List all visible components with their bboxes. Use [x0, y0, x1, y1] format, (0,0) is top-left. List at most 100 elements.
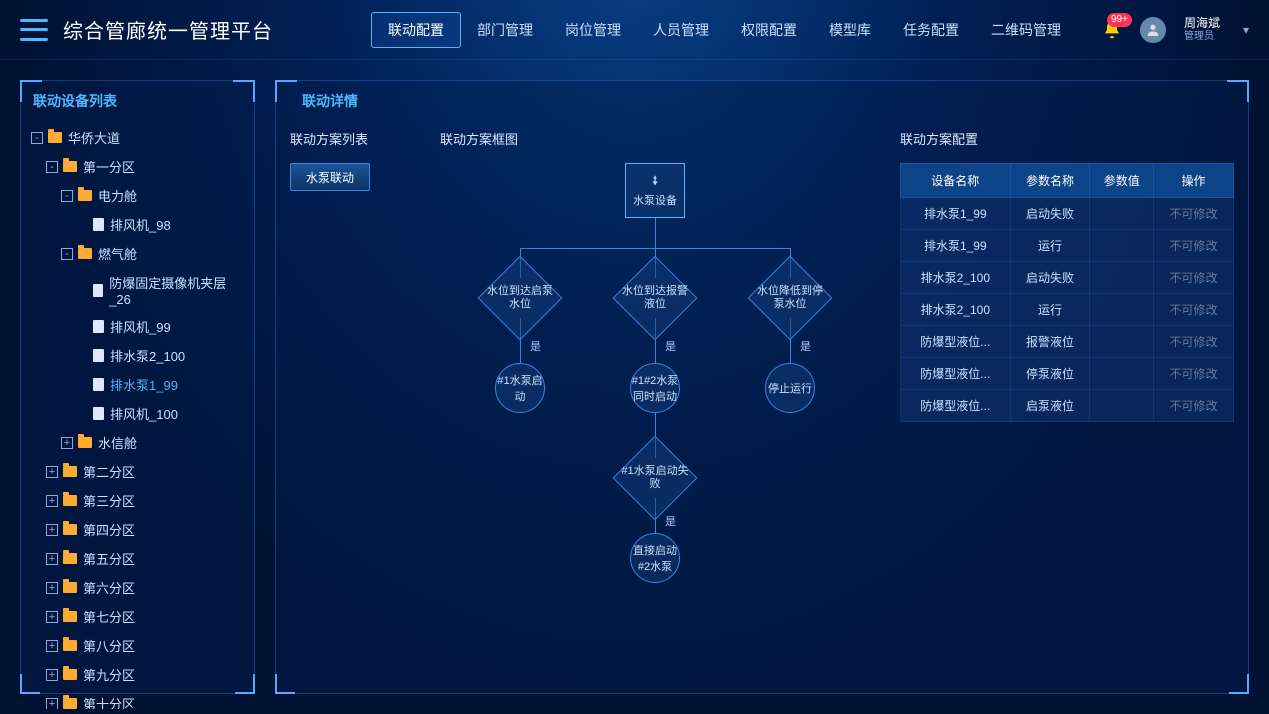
flow-root-node[interactable]: 水泵设备: [625, 163, 685, 218]
node-label: 华侨大道: [68, 128, 120, 147]
folder-icon: [63, 466, 77, 477]
tree-node[interactable]: 排水泵1_99: [31, 370, 244, 399]
table-row[interactable]: 防爆型液位...停泵液位 不可修改: [901, 358, 1234, 390]
table-cell: 停泵液位: [1010, 358, 1090, 390]
scheme-list-title: 联动方案列表: [290, 129, 410, 148]
node-label: 第二分区: [83, 462, 135, 481]
toggle-icon[interactable]: +: [46, 640, 58, 652]
table-row[interactable]: 防爆型液位...启泵液位不可修改: [901, 390, 1234, 422]
node-label: 燃气舱: [98, 244, 137, 263]
tree-node[interactable]: 防爆固定摄像机夹层_26: [31, 268, 244, 312]
flow-condition-2[interactable]: 水位到达报警液位: [613, 256, 698, 341]
table-header: 参数值: [1090, 164, 1154, 198]
flow-action-4[interactable]: 直接启动#2水泵: [630, 533, 680, 583]
table-cell: 不可修改: [1154, 358, 1234, 390]
chevron-down-icon[interactable]: ▾: [1243, 23, 1249, 37]
toggle-icon[interactable]: +: [46, 582, 58, 594]
table-cell: 防爆型液位...: [901, 358, 1011, 390]
node-label: 第四分区: [83, 520, 135, 539]
table-row[interactable]: 排水泵2_100运行不可修改: [901, 294, 1234, 326]
detail-panel: 联动详情 联动方案列表 水泵联动 联动方案框图: [275, 80, 1249, 694]
table-cell: 不可修改: [1154, 390, 1234, 422]
tree-node[interactable]: 排风机_98: [31, 210, 244, 239]
nav-item-1[interactable]: 部门管理: [461, 12, 549, 48]
file-icon: [93, 407, 104, 420]
table-cell: 排水泵2_100: [901, 294, 1011, 326]
tree-node[interactable]: + 第十分区: [31, 689, 244, 709]
toggle-icon[interactable]: +: [46, 669, 58, 681]
tree-node[interactable]: - 华侨大道: [31, 123, 244, 152]
toggle-icon[interactable]: +: [46, 466, 58, 478]
main-nav: 联动配置部门管理岗位管理人员管理权限配置模型库任务配置二维码管理: [371, 0, 1077, 59]
table-header: 设备名称: [901, 164, 1011, 198]
flow-action-2[interactable]: #1#2水泵同时启动: [630, 363, 680, 413]
toggle-icon[interactable]: -: [61, 248, 73, 260]
table-cell: 排水泵1_99: [901, 198, 1011, 230]
table-row[interactable]: 防爆型液位...报警液位不可修改: [901, 326, 1234, 358]
toggle-icon[interactable]: +: [46, 495, 58, 507]
nav-item-6[interactable]: 任务配置: [887, 12, 975, 48]
tree-node[interactable]: +第五分区: [31, 544, 244, 573]
nav-item-0[interactable]: 联动配置: [371, 12, 461, 48]
table-row[interactable]: 排水泵2_100启动失败不可修改: [901, 262, 1234, 294]
toggle-icon[interactable]: -: [31, 132, 43, 144]
tree-node[interactable]: - 电力舱: [31, 181, 244, 210]
toggle-icon[interactable]: -: [61, 190, 73, 202]
nav-item-5[interactable]: 模型库: [813, 12, 887, 48]
table-row[interactable]: 排水泵1_99启动失败 不可修改: [901, 198, 1234, 230]
table-row[interactable]: 排水泵1_99运行不可修改: [901, 230, 1234, 262]
flow-condition-1[interactable]: 水位到达启泵水位: [478, 256, 563, 341]
tree-node[interactable]: + 第三分区: [31, 486, 244, 515]
table-cell: [1090, 390, 1154, 422]
tree-node[interactable]: +第六分区: [31, 573, 244, 602]
nav-item-4[interactable]: 权限配置: [725, 12, 813, 48]
node-label: 排风机_100: [110, 404, 178, 423]
nav-item-2[interactable]: 岗位管理: [549, 12, 637, 48]
folder-icon: [63, 161, 77, 172]
tree-node[interactable]: +第八分区: [31, 631, 244, 660]
table-cell: 不可修改: [1154, 198, 1234, 230]
scheme-button[interactable]: 水泵联动: [290, 163, 370, 191]
nav-item-3[interactable]: 人员管理: [637, 12, 725, 48]
tree-node[interactable]: 排风机_100: [31, 399, 244, 428]
toggle-icon[interactable]: +: [46, 524, 58, 536]
table-cell: 启动失败: [1010, 262, 1090, 294]
tree-node[interactable]: + 水信舱: [31, 428, 244, 457]
menu-icon[interactable]: [20, 19, 48, 41]
flow-action-3[interactable]: 停止运行: [765, 363, 815, 413]
tree-node[interactable]: 排风机_99: [31, 312, 244, 341]
config-table: 设备名称参数名称参数值操作 排水泵1_99启动失败不可修改排水泵1_99运行不可…: [900, 163, 1234, 422]
toggle-icon[interactable]: -: [46, 161, 58, 173]
tree-node[interactable]: 排水泵2_100: [31, 341, 244, 370]
tree-node[interactable]: +第七分区: [31, 602, 244, 631]
folder-icon: [78, 190, 92, 201]
tree-node[interactable]: - 燃气舱: [31, 239, 244, 268]
nav-item-7[interactable]: 二维码管理: [975, 12, 1077, 48]
node-label: 水信舱: [98, 433, 137, 452]
table-cell: 排水泵2_100: [901, 262, 1011, 294]
flow-condition-4[interactable]: #1水泵启动失败: [613, 436, 698, 521]
node-label: 第十分区: [83, 694, 135, 709]
node-label: 电力舱: [98, 186, 137, 205]
tree-node[interactable]: +第九分区: [31, 660, 244, 689]
avatar[interactable]: [1140, 17, 1166, 43]
tree-node[interactable]: + 第二分区: [31, 457, 244, 486]
tree-node[interactable]: -第一分区: [31, 152, 244, 181]
toggle-icon[interactable]: +: [46, 553, 58, 565]
file-icon: [93, 349, 104, 362]
toggle-icon[interactable]: +: [46, 611, 58, 623]
toggle-icon[interactable]: +: [46, 698, 58, 710]
table-cell: 运行: [1010, 230, 1090, 262]
table-cell: 启动失败: [1010, 198, 1090, 230]
node-label: 第三分区: [83, 491, 135, 510]
node-label: 防爆固定摄像机夹层_26: [109, 273, 244, 307]
node-label: 排风机_99: [110, 317, 171, 336]
bell-icon[interactable]: 99+: [1102, 20, 1122, 40]
tree-node[interactable]: + 第四分区: [31, 515, 244, 544]
user-info: 周海斌 管理员: [1184, 17, 1220, 43]
toggle-icon[interactable]: +: [61, 437, 73, 449]
folder-icon: [48, 132, 62, 143]
flow-condition-3[interactable]: 水位降低到停泵水位: [748, 256, 833, 341]
table-cell: 排水泵1_99: [901, 230, 1011, 262]
flow-action-1[interactable]: #1水泵启动: [495, 363, 545, 413]
